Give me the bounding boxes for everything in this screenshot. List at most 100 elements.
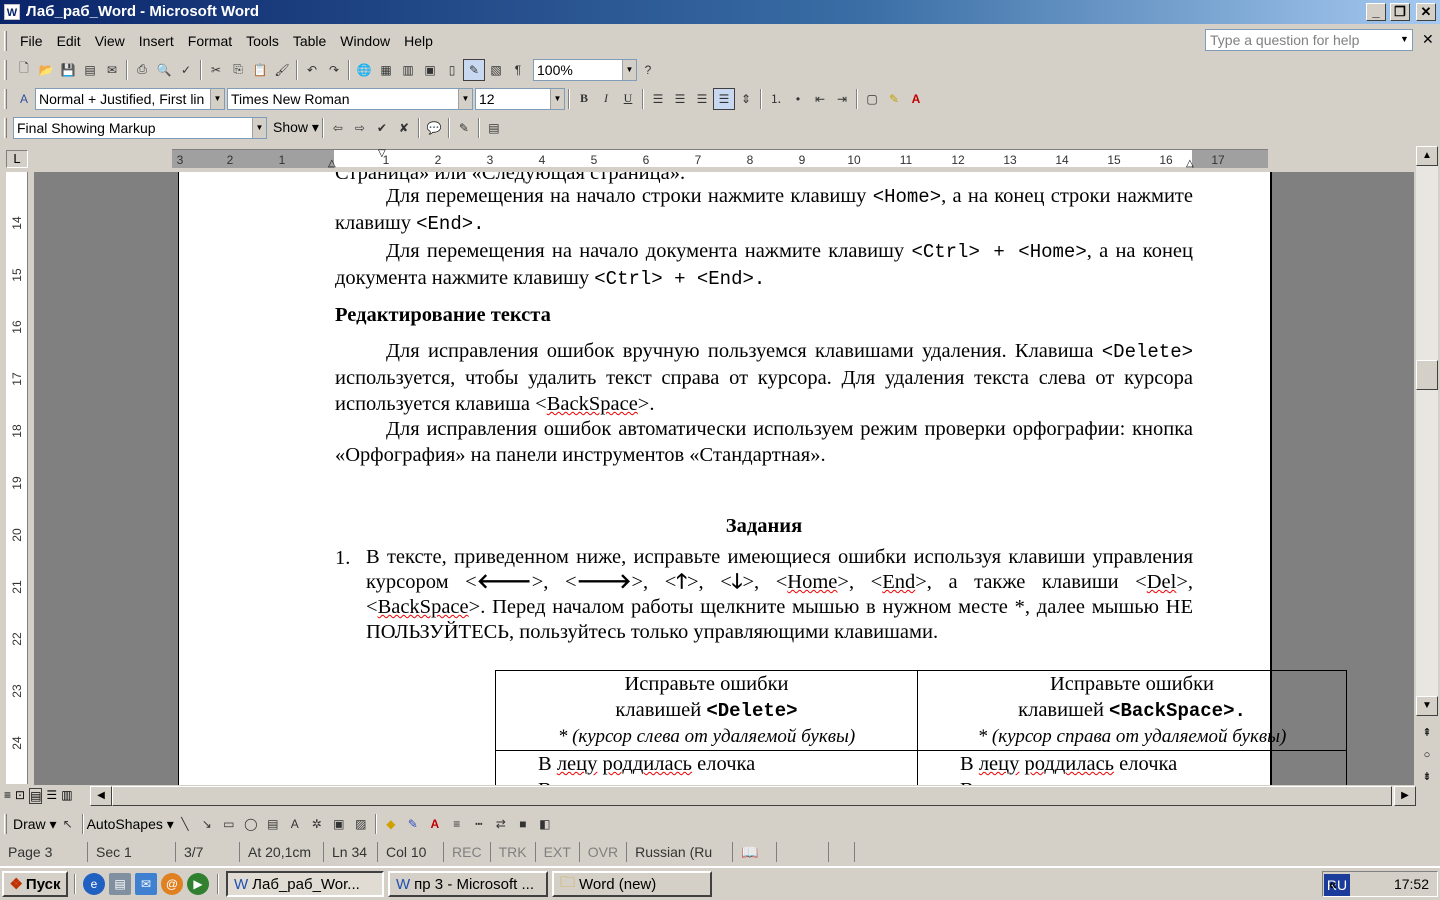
insert-excel-icon[interactable]: ▣ (419, 59, 441, 81)
show-hide-icon[interactable]: ¶ (507, 59, 529, 81)
display-for-review-select[interactable]: Final Showing Markup ▼ (13, 116, 267, 139)
line-color-icon[interactable]: ✎ (402, 813, 424, 835)
line-style-icon[interactable]: ≡ (446, 813, 468, 835)
draw-menu-button[interactable]: Draw ▾ (13, 816, 57, 833)
menu-tools[interactable]: Tools (239, 29, 286, 53)
open-icon[interactable]: 📂 (35, 59, 57, 81)
dash-style-icon[interactable]: ┅ (468, 813, 490, 835)
media-player-icon[interactable]: ▶ (187, 873, 209, 895)
insert-table-icon[interactable]: ▥ (397, 59, 419, 81)
format-painter-icon[interactable]: 🖌 (271, 59, 293, 81)
internet-explorer-icon[interactable]: e (83, 873, 105, 895)
copy-icon[interactable]: ⎘ (227, 59, 249, 81)
font-select[interactable]: Times New Roman ▼ (227, 87, 473, 110)
outline-view-icon[interactable]: ☰ (46, 788, 57, 804)
picture-icon[interactable]: ▨ (350, 813, 372, 835)
track-changes-icon[interactable]: ✎ (453, 117, 475, 139)
minimize-button[interactable]: _ (1366, 3, 1386, 21)
decrease-indent-icon[interactable]: ⇤ (809, 88, 831, 110)
spelling-icon[interactable]: ✓ (175, 59, 197, 81)
line-spacing-icon[interactable]: ⇕ (735, 88, 757, 110)
style-select[interactable]: Normal + Justified, First lin ▼ (35, 87, 225, 110)
menu-edit[interactable]: Edit (50, 29, 88, 53)
text-box-icon[interactable]: ▤ (262, 813, 284, 835)
first-line-indent-marker[interactable]: ▽ (378, 148, 386, 159)
scroll-thumb[interactable] (1416, 360, 1438, 390)
hyperlink-icon[interactable]: 🌐 (353, 59, 375, 81)
columns-icon[interactable]: ▯ (441, 59, 463, 81)
reviewing-pane-icon[interactable]: ▤ (483, 117, 505, 139)
numbering-icon[interactable]: ⒈ (765, 88, 787, 110)
left-indent-marker[interactable]: △ (328, 158, 336, 169)
status-rec[interactable]: REC (444, 842, 491, 862)
align-left-icon[interactable]: ☰ (647, 88, 669, 110)
menu-view[interactable]: View (88, 29, 132, 53)
right-indent-marker[interactable]: △ (1186, 158, 1194, 169)
document-page[interactable]: Страница» или «Следующая страница». Для … (178, 172, 1347, 785)
table-cell-right[interactable]: В лецу роддилась елочка В лецу она росла (917, 750, 1347, 785)
arrow-style-icon[interactable]: ⇄ (490, 813, 512, 835)
reject-change-icon[interactable]: ✘ (393, 117, 415, 139)
status-trk[interactable]: TRK (491, 842, 536, 862)
undo-icon[interactable]: ↶ (301, 59, 323, 81)
oval-icon[interactable]: ◯ (240, 813, 262, 835)
drawing-icon[interactable]: ✎ (463, 58, 485, 81)
new-icon[interactable]: 🗋 (13, 59, 35, 81)
normal-view-icon[interactable]: ≡ (4, 788, 11, 804)
web-view-icon[interactable]: ⊡ (15, 788, 25, 804)
print-icon[interactable]: ⎙ (131, 59, 153, 81)
wordart-icon[interactable]: A (284, 813, 306, 835)
accept-change-icon[interactable]: ✔ (371, 117, 393, 139)
highlight-icon[interactable]: ✎ (883, 88, 905, 110)
start-button[interactable]: ❖ Пуск (2, 871, 68, 897)
horizontal-scrollbar[interactable]: ◀ ▶ (90, 786, 1416, 806)
paste-icon[interactable]: 📋 (249, 59, 271, 81)
status-language[interactable]: Russian (Ru (627, 842, 734, 862)
task-word-lab[interactable]: W Лаб_раб_Wor... (226, 871, 384, 897)
vertical-scrollbar[interactable]: ▲ ▼ (1416, 146, 1438, 716)
outlook-express-icon[interactable]: ✉ (135, 873, 157, 895)
menu-window[interactable]: Window (333, 29, 397, 53)
save-icon[interactable]: 💾 (57, 59, 79, 81)
redo-icon[interactable]: ↷ (323, 59, 345, 81)
task-word-pr3[interactable]: Wпр 3 - Microsoft ... (388, 871, 548, 897)
menu-table[interactable]: Table (286, 29, 333, 53)
menu-insert[interactable]: Insert (132, 29, 181, 53)
show-menu-button[interactable]: Show ▾ (273, 119, 319, 136)
bold-button[interactable]: B (573, 88, 595, 110)
tab-selector[interactable]: L (6, 150, 28, 168)
italic-button[interactable]: I (595, 88, 617, 110)
scroll-right-button[interactable]: ▶ (1394, 786, 1416, 806)
arrow-icon[interactable]: ↘ (196, 813, 218, 835)
task-folder[interactable]: 🗀 Word (new) (552, 871, 712, 897)
draw-font-color-icon[interactable]: A (424, 813, 446, 835)
scroll-left-button[interactable]: ◀ (90, 786, 112, 806)
styles-pane-icon[interactable]: A (13, 88, 35, 110)
bullets-icon[interactable]: • (787, 88, 809, 110)
zoom-select[interactable]: 100% ▼ (533, 58, 637, 81)
status-ext[interactable]: EXT (536, 842, 580, 862)
rectangle-icon[interactable]: ▭ (218, 813, 240, 835)
status-ovr[interactable]: OVR (580, 842, 628, 862)
scroll-up-button[interactable]: ▲ (1416, 146, 1438, 166)
close-button[interactable]: ✕ (1416, 3, 1436, 21)
select-objects-icon[interactable]: ↖ (57, 813, 79, 835)
print-layout-icon[interactable]: ▤ (29, 788, 43, 804)
shadow-icon[interactable]: ■ (512, 813, 534, 835)
autoshapes-menu-button[interactable]: AutoShapes ▾ (87, 816, 174, 833)
menu-help[interactable]: Help (397, 29, 440, 53)
next-change-icon[interactable]: ⇨ (349, 117, 371, 139)
tray-expand-icon[interactable]: « (1329, 876, 1337, 892)
scroll-down-button[interactable]: ▼ (1416, 696, 1438, 716)
align-center-icon[interactable]: ☰ (669, 88, 691, 110)
browse-buttons[interactable]: ⇞ ○ ⇟ (1420, 722, 1434, 788)
document-map-icon[interactable]: ▧ (485, 59, 507, 81)
email-icon[interactable]: ✉ (101, 59, 123, 81)
clock[interactable]: 17:52 (1394, 876, 1429, 892)
notepad-icon[interactable]: ▤ (109, 873, 131, 895)
justify-icon[interactable]: ☰ (713, 87, 735, 110)
document-area[interactable]: Страница» или «Следующая страница». Для … (34, 172, 1414, 785)
previous-change-icon[interactable]: ⇦ (327, 117, 349, 139)
underline-button[interactable]: U (617, 88, 639, 110)
print-preview-icon[interactable]: 🔍 (153, 59, 175, 81)
